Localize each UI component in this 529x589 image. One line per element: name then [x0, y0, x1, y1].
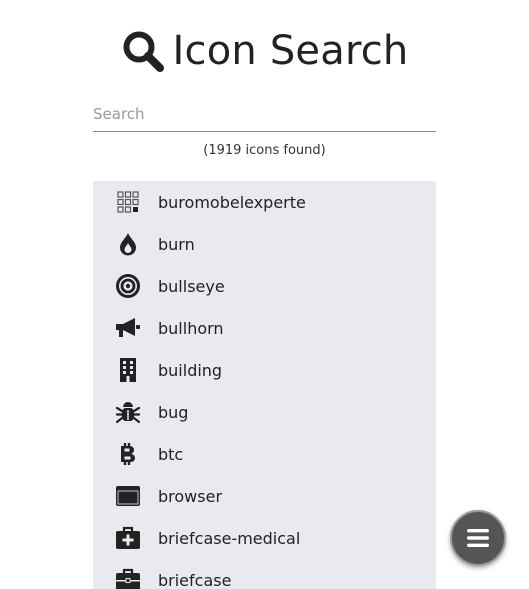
briefcase-icon [115, 567, 141, 589]
icon-name: bullseye [158, 276, 225, 296]
bullseye-icon [115, 273, 141, 299]
bug-icon [115, 399, 141, 425]
icon-list[interactable]: buromobelexperte burn bullseye bullhorn … [93, 181, 436, 589]
list-item[interactable]: bullhorn [93, 307, 436, 349]
list-item[interactable]: briefcase-medical [93, 517, 436, 559]
building-icon [115, 357, 141, 383]
icon-name: burn [158, 234, 195, 254]
menu-icon [467, 529, 489, 547]
browser-icon [115, 483, 141, 509]
list-item[interactable]: btc [93, 433, 436, 475]
search-field[interactable] [93, 96, 436, 132]
page-header: Icon Search [0, 28, 529, 74]
icon-name: bug [158, 402, 189, 422]
results-count: (1919 icons found) [203, 143, 326, 158]
buromobelexperte-icon [115, 189, 141, 215]
list-item[interactable]: bug [93, 391, 436, 433]
icon-name: building [158, 360, 223, 380]
icon-name: briefcase-medical [158, 528, 301, 548]
briefcase-medical-icon [115, 525, 141, 551]
search-input[interactable] [93, 96, 436, 131]
icon-name: btc [158, 444, 184, 464]
page-title: Icon Search [172, 28, 409, 74]
list-item[interactable]: burn [93, 223, 436, 265]
bullhorn-icon [115, 315, 141, 341]
menu-button[interactable] [450, 510, 506, 566]
list-item[interactable]: briefcase [93, 559, 436, 589]
list-item[interactable]: bullseye [93, 265, 436, 307]
icon-name: browser [158, 486, 223, 506]
list-item[interactable]: browser [93, 475, 436, 517]
icon-name: buromobelexperte [158, 192, 306, 212]
search-icon [123, 31, 164, 72]
icon-name: briefcase [158, 570, 232, 589]
list-item[interactable]: buromobelexperte [93, 181, 436, 223]
burn-icon [115, 231, 141, 257]
icon-name: bullhorn [158, 318, 224, 338]
btc-icon [115, 441, 141, 467]
list-item[interactable]: building [93, 349, 436, 391]
